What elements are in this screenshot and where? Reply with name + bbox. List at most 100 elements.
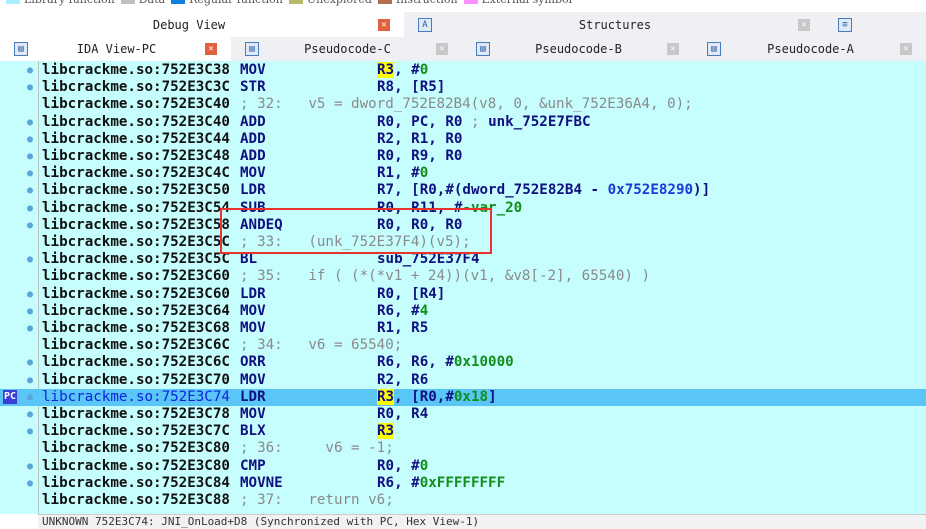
address[interactable]: libcrackme.so:752E3C58 [42, 217, 230, 234]
status-bar: UNKNOWN 752E3C74: JNI_OnLoad+D8 (Synchro… [38, 514, 926, 529]
mnemonic: LDR [240, 182, 266, 199]
breakpoint-dot-icon[interactable]: ● [27, 79, 33, 96]
pseudocode-comment-line[interactable]: libcrackme.so:752E3C80 ; 36: v6 = -1; [0, 440, 926, 457]
address[interactable]: libcrackme.so:752E3C5C [42, 251, 230, 268]
legend-swatch [377, 0, 392, 4]
breakpoint-dot-icon[interactable]: ● [27, 148, 33, 165]
breakpoint-dot-icon[interactable]: ● [27, 458, 33, 475]
tab-debug-view[interactable]: Debug View ✕ [0, 12, 404, 37]
tab-more[interactable]: ≡ [824, 12, 926, 37]
address[interactable]: libcrackme.so:752E3C40 [42, 96, 230, 113]
disasm-line[interactable]: ● libcrackme.so:752E3C84 MOVNE R6, #0xFFFFF… [0, 475, 926, 492]
operand-token: R0, [R4] [377, 285, 446, 302]
breakpoint-dot-icon[interactable]: ● [27, 423, 33, 440]
mnemonic: ADD [240, 148, 266, 164]
disasm-line[interactable]: ● libcrackme.so:752E3C70 MOV R2, R6 [0, 372, 926, 389]
close-icon[interactable]: ✕ [798, 18, 810, 31]
breakpoint-dot-icon[interactable]: ● [27, 114, 33, 131]
pseudocode-icon: ▤ [707, 42, 721, 56]
disasm-line[interactable]: ● libcrackme.so:752E3C78 MOV R0, R4 [0, 406, 926, 423]
address[interactable]: libcrackme.so:752E3C50 [42, 182, 230, 199]
disasm-line[interactable]: ● libcrackme.so:752E3C60 LDR R0, [R4] [0, 286, 926, 303]
address[interactable]: libcrackme.so:752E3C80 [42, 440, 230, 457]
tab-pseudocode-a[interactable]: ▤ Pseudocode-A ✕ [693, 37, 926, 61]
address[interactable]: libcrackme.so:752E3C3C [42, 79, 230, 96]
address[interactable]: libcrackme.so:752E3C5C [42, 234, 230, 251]
breakpoint-dot-icon[interactable]: ● [27, 406, 33, 423]
breakpoint-dot-icon[interactable]: ● [27, 475, 33, 492]
address[interactable]: libcrackme.so:752E3C88 [42, 492, 230, 509]
address[interactable]: libcrackme.so:752E3C60 [42, 268, 230, 285]
breakpoint-dot-icon[interactable]: ● [27, 200, 33, 217]
mnemonic: ADD [240, 113, 266, 130]
close-icon[interactable]: ✕ [900, 43, 912, 55]
operand-token: R3 [377, 423, 395, 440]
address[interactable]: libcrackme.so:752E3C6C [42, 354, 230, 371]
address[interactable]: libcrackme.so:752E3C4C [42, 165, 230, 182]
address[interactable]: libcrackme.so:752E3C38 [42, 62, 230, 79]
disasm-line[interactable]: ● libcrackme.so:752E3C3C STR R8, [R5] [0, 79, 926, 96]
tab-ida-view-pc[interactable]: ▤ IDA View-PC ✕ [0, 37, 231, 61]
pseudocode-comment-line[interactable]: libcrackme.so:752E3C6C ; 34: v6 = 65540; [0, 337, 926, 354]
breakpoint-dot-icon[interactable]: ● [27, 320, 33, 337]
breakpoint-dot-icon[interactable]: ● [27, 131, 33, 148]
operand-token: 0x10000 [453, 354, 514, 371]
address[interactable]: libcrackme.so:752E3C80 [42, 458, 230, 475]
address[interactable]: libcrackme.so:752E3C78 [42, 406, 230, 423]
breakpoint-dot-icon[interactable]: ● [27, 389, 33, 406]
disasm-line[interactable]: ● libcrackme.so:752E3C48 ADD R0, R9, R0 [0, 148, 926, 165]
disasm-line[interactable]: ● libcrackme.so:752E3C40 ADD R0, PC, R0 ; u… [0, 114, 926, 131]
address[interactable]: libcrackme.so:752E3C44 [42, 131, 230, 148]
close-icon[interactable]: ✕ [436, 43, 448, 55]
pseudocode-comment-line[interactable]: libcrackme.so:752E3C60 ; 35: if ( (*(*v1 … [0, 268, 926, 285]
address[interactable]: libcrackme.so:752E3C68 [42, 320, 230, 337]
tab-pseudocode-c[interactable]: ▤ Pseudocode-C ✕ [231, 37, 462, 61]
address[interactable]: libcrackme.so:752E3C74 [42, 389, 230, 406]
tab-label: Structures [578, 17, 652, 32]
breakpoint-dot-icon[interactable]: ● [27, 286, 33, 303]
breakpoint-dot-icon[interactable]: ● [27, 303, 33, 320]
address[interactable]: libcrackme.so:752E3C6C [42, 337, 230, 354]
address[interactable]: libcrackme.so:752E3C84 [42, 475, 230, 492]
disasm-line[interactable]: ● libcrackme.so:752E3C50 LDR R7, [R0,#(dwor… [0, 182, 926, 199]
tab-pseudocode-b[interactable]: ▤ Pseudocode-B ✕ [462, 37, 693, 61]
address[interactable]: libcrackme.so:752E3C70 [42, 372, 230, 389]
operands: R1, #0 [377, 165, 428, 182]
tab-structures[interactable]: A Structures ✕ [404, 12, 824, 37]
operand-token: R0, PC, R0 [377, 113, 471, 130]
disassembly-view[interactable]: ● libcrackme.so:752E3C38 MOV R3, #0 ● libcrac… [0, 61, 926, 514]
close-icon[interactable]: ✕ [205, 43, 217, 55]
breakpoint-dot-icon[interactable]: ● [27, 62, 33, 79]
breakpoint-dot-icon[interactable]: ● [27, 217, 33, 234]
breakpoint-dot-icon[interactable]: ● [27, 354, 33, 371]
disasm-line[interactable]: ● libcrackme.so:752E3C80 CMP R0, #0 [0, 458, 926, 475]
address[interactable]: libcrackme.so:752E3C64 [42, 303, 230, 320]
address[interactable]: libcrackme.so:752E3C60 [42, 286, 230, 303]
close-icon[interactable]: ✕ [667, 43, 679, 55]
disasm-line[interactable]: ● libcrackme.so:752E3C4C MOV R1, #0 [0, 165, 926, 182]
operands: R3, [R0,#0x18] [377, 388, 497, 406]
address[interactable]: libcrackme.so:752E3C7C [42, 423, 230, 440]
breakpoint-dot-icon[interactable]: ● [27, 182, 33, 199]
address[interactable]: libcrackme.so:752E3C40 [42, 114, 230, 131]
breakpoint-dot-icon[interactable]: ● [27, 165, 33, 182]
disasm-line[interactable]: ● libcrackme.so:752E3C64 MOV R6, #4 [0, 303, 926, 320]
disasm-line[interactable]: ● libcrackme.so:752E3C38 MOV R3, #0 [0, 62, 926, 79]
breakpoint-dot-icon[interactable]: ● [27, 372, 33, 389]
pseudocode-comment-line[interactable]: libcrackme.so:752E3C88 ; 37: return v6; [0, 492, 926, 509]
disasm-line[interactable]: ● libcrackme.so:752E3C44 ADD R2, R1, R0 [0, 131, 926, 148]
disasm-line[interactable]: ● libcrackme.so:752E3C7C BLX R3 [0, 423, 926, 440]
close-icon[interactable]: ✕ [378, 18, 390, 31]
operands: R3 [377, 423, 395, 440]
disasm-line[interactable]: PC ● libcrackme.so:752E3C74 LDR R3, [R0,#0x1… [0, 388, 926, 406]
tab-label: IDA View-PC [76, 42, 157, 56]
pseudocode-comment-line[interactable]: libcrackme.so:752E3C40 ; 32: v5 = dword_7… [0, 96, 926, 113]
address[interactable]: libcrackme.so:752E3C54 [42, 200, 230, 217]
mnemonic: MOV [240, 406, 266, 422]
disasm-line[interactable]: ● libcrackme.so:752E3C68 MOV R1, R5 [0, 320, 926, 337]
operand-token: unk_752E7FBC [488, 113, 591, 130]
legend-swatch [171, 0, 186, 4]
disasm-line[interactable]: ● libcrackme.so:752E3C6C ORR R6, R6, #0x100… [0, 354, 926, 371]
address[interactable]: libcrackme.so:752E3C48 [42, 148, 230, 165]
breakpoint-dot-icon[interactable]: ● [27, 251, 33, 268]
